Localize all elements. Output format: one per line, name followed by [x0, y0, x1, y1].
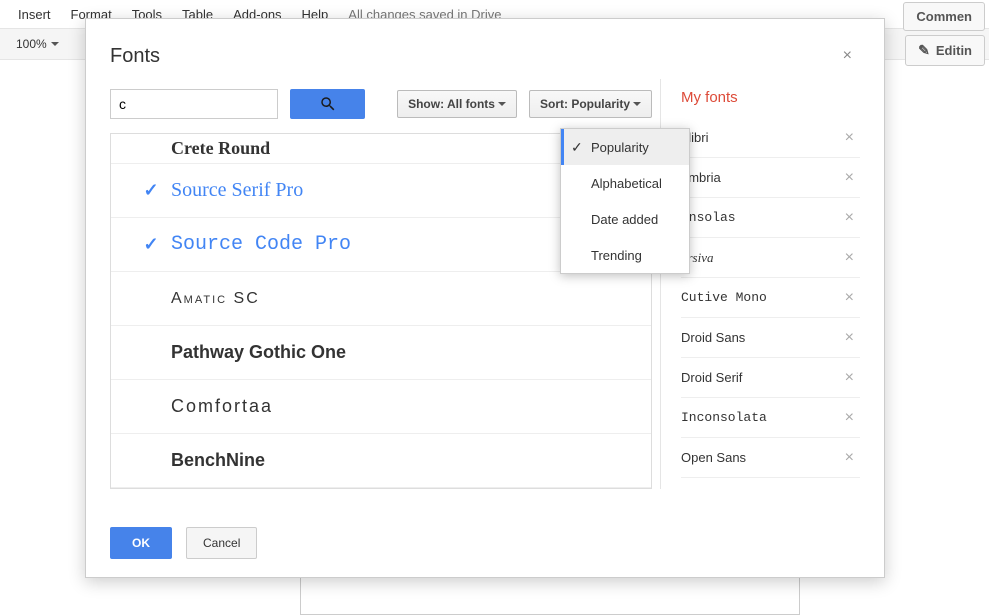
- check-icon: ✓: [143, 234, 158, 255]
- myfont-item[interactable]: alibri×: [681, 118, 860, 158]
- search-icon: [319, 95, 337, 113]
- right-column: My fonts alibri× ambria× onsolas× orsiva…: [660, 79, 860, 489]
- font-item[interactable]: Pathway Gothic One: [111, 326, 651, 380]
- check-col: ✓: [131, 180, 171, 201]
- sort-filter-label: Sort: Popularity: [540, 97, 630, 111]
- show-filter-button[interactable]: Show: All fonts: [397, 90, 517, 118]
- fonts-dialog: Fonts × Show: All fonts Sort: Popularity: [85, 18, 885, 578]
- dialog-header: Fonts ×: [86, 19, 884, 79]
- font-name: BenchNine: [171, 450, 265, 471]
- sort-option-trending[interactable]: Trending: [561, 237, 689, 273]
- close-icon[interactable]: ×: [835, 43, 860, 69]
- sort-dropdown-menu: ✓ Popularity Alphabetical Date added Tre…: [560, 128, 690, 274]
- cancel-button[interactable]: Cancel: [186, 527, 257, 559]
- myfont-name: Droid Serif: [681, 370, 742, 385]
- sort-filter-button[interactable]: Sort: Popularity: [529, 90, 652, 118]
- dialog-footer: OK Cancel: [110, 527, 257, 559]
- myfont-item[interactable]: orsiva×: [681, 238, 860, 278]
- caret-down-icon: [633, 102, 641, 106]
- font-name: Pathway Gothic One: [171, 342, 346, 363]
- check-icon: ✓: [571, 139, 591, 156]
- font-item[interactable]: BenchNine: [111, 434, 651, 488]
- sort-option-label: Alphabetical: [591, 176, 662, 191]
- controls-row: Show: All fonts Sort: Popularity: [110, 89, 652, 119]
- ok-button[interactable]: OK: [110, 527, 172, 559]
- caret-down-icon: [498, 102, 506, 106]
- dialog-body: Show: All fonts Sort: Popularity Crete R…: [86, 79, 884, 489]
- myfonts-title: My fonts: [681, 89, 860, 106]
- font-name: Source Serif Pro: [171, 179, 303, 202]
- dialog-title: Fonts: [110, 45, 160, 68]
- remove-icon[interactable]: ×: [839, 209, 860, 227]
- show-filter-label: Show: All fonts: [408, 97, 495, 111]
- sort-option-label: Date added: [591, 212, 658, 227]
- sort-option-label: Trending: [591, 248, 642, 263]
- remove-icon[interactable]: ×: [839, 249, 860, 267]
- myfont-name: Cutive Mono: [681, 290, 767, 305]
- remove-icon[interactable]: ×: [839, 369, 860, 387]
- search-button[interactable]: [290, 89, 365, 119]
- check-col: ✓: [131, 234, 171, 255]
- remove-icon[interactable]: ×: [839, 329, 860, 347]
- check-icon: ✓: [143, 180, 158, 201]
- font-name: Source Code Pro: [171, 233, 351, 256]
- search-input[interactable]: [110, 89, 278, 119]
- remove-icon[interactable]: ×: [839, 449, 860, 467]
- myfont-item[interactable]: onsolas×: [681, 198, 860, 238]
- remove-icon[interactable]: ×: [839, 289, 860, 307]
- myfont-name: Droid Sans: [681, 330, 745, 345]
- remove-icon[interactable]: ×: [839, 169, 860, 187]
- myfont-name: Open Sans: [681, 450, 746, 465]
- font-item[interactable]: Amatic SC: [111, 272, 651, 326]
- myfont-item[interactable]: Droid Sans ×: [681, 318, 860, 358]
- sort-option-alphabetical[interactable]: Alphabetical: [561, 165, 689, 201]
- font-name: Crete Round: [171, 138, 270, 159]
- remove-icon[interactable]: ×: [839, 129, 860, 147]
- remove-icon[interactable]: ×: [839, 409, 860, 427]
- font-name: Amatic SC: [171, 290, 260, 308]
- myfont-item[interactable]: Cutive Mono ×: [681, 278, 860, 318]
- myfont-item[interactable]: ambria×: [681, 158, 860, 198]
- myfont-item[interactable]: Inconsolata ×: [681, 398, 860, 438]
- font-name: Comfortaa: [171, 396, 273, 417]
- sort-option-popularity[interactable]: ✓ Popularity: [561, 129, 689, 165]
- myfont-name: Inconsolata: [681, 410, 767, 425]
- sort-option-dateadded[interactable]: Date added: [561, 201, 689, 237]
- dialog-backdrop: Fonts × Show: All fonts Sort: Popularity: [0, 0, 989, 600]
- font-item[interactable]: Comfortaa: [111, 380, 651, 434]
- myfont-item[interactable]: Droid Serif ×: [681, 358, 860, 398]
- sort-option-label: Popularity: [591, 140, 649, 155]
- myfont-item[interactable]: Open Sans ×: [681, 438, 860, 478]
